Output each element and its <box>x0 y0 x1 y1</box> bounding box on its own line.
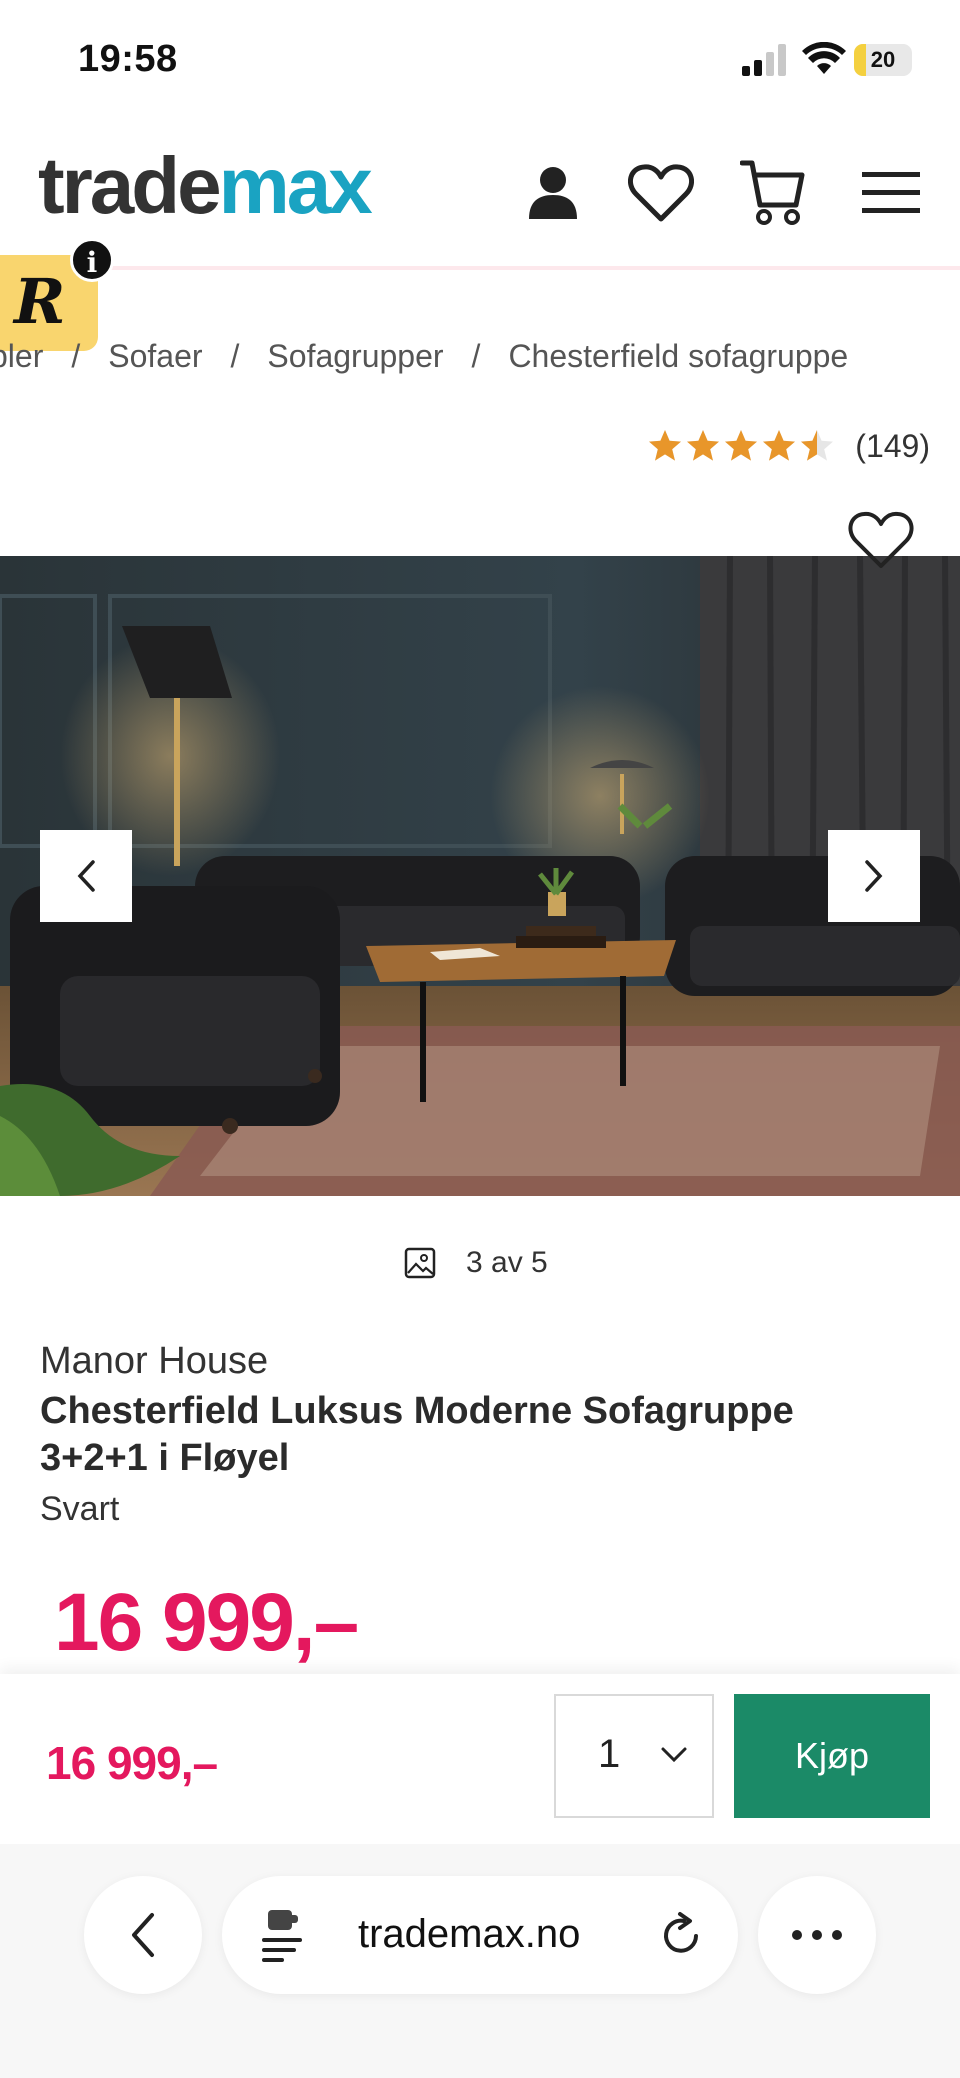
browser-back-button[interactable] <box>84 1876 202 1994</box>
chevron-left-icon <box>77 860 95 892</box>
product-price: 16 999,– <box>54 1577 359 1668</box>
trademax-logo[interactable]: trademax <box>38 146 373 226</box>
reader-extension-icon <box>262 1910 302 1962</box>
product-variant: Svart <box>40 1490 120 1528</box>
quantity-value: 1 <box>598 1732 621 1776</box>
info-icon[interactable]: i <box>70 238 114 282</box>
breadcrumb-item[interactable]: Sofagrupper <box>267 338 443 375</box>
reload-icon[interactable] <box>658 1910 706 1960</box>
logo-text-trade: trade <box>38 141 222 230</box>
gallery-next-button[interactable] <box>828 830 920 922</box>
living-room-photo <box>0 556 960 1196</box>
star-icon <box>801 430 834 461</box>
star-icon <box>649 430 682 461</box>
image-icon <box>404 1247 436 1279</box>
chevron-down-icon <box>661 1747 687 1763</box>
sticky-buy-bar: 16 999,– 1 Kjøp <box>0 1674 960 1844</box>
breadcrumb-separator: / <box>71 338 81 374</box>
breadcrumb-item-current[interactable]: Chesterfield sofagruppe <box>508 338 848 375</box>
product-title: Chesterfield Luksus Moderne Sofagruppe 3… <box>40 1390 794 1479</box>
status-time: 19:58 <box>78 38 178 80</box>
rating-count: (149) <box>855 427 930 464</box>
gallery-prev-button[interactable] <box>40 830 132 922</box>
cellular-signal-icon <box>742 44 788 76</box>
account-icon[interactable] <box>518 158 588 228</box>
product-rating[interactable]: (149) <box>647 424 930 468</box>
chevron-right-icon <box>865 860 883 892</box>
heart-icon[interactable] <box>626 158 696 228</box>
product-image[interactable] <box>0 556 960 1196</box>
site-header: trademax <box>0 120 960 270</box>
buy-button[interactable]: Kjøp <box>734 1694 930 1818</box>
chevron-left-icon <box>132 1913 154 1957</box>
logo-text-max: max <box>218 141 373 230</box>
url-text: trademax.no <box>358 1912 581 1956</box>
battery-icon: 20 <box>854 44 912 76</box>
breadcrumb-separator: / <box>471 338 481 374</box>
browser-toolbar: trademax.no <box>0 1844 960 2078</box>
gallery-counter[interactable]: 3 av 5 <box>404 1238 548 1288</box>
favorite-heart-icon[interactable] <box>848 510 914 570</box>
product-brand[interactable]: Manor House <box>40 1340 268 1383</box>
quantity-select[interactable]: 1 <box>554 1694 714 1818</box>
gallery-counter-text: 3 av 5 <box>466 1246 548 1279</box>
cart-icon[interactable] <box>738 158 808 228</box>
status-bar: 19:58 20 <box>0 0 960 120</box>
rating-stars <box>647 428 837 464</box>
buy-bar-price: 16 999,– <box>46 1737 218 1789</box>
breadcrumb-item[interactable]: bler <box>0 338 43 375</box>
battery-level: 20 <box>870 47 896 72</box>
star-icon <box>763 430 796 461</box>
menu-icon[interactable] <box>856 158 926 228</box>
star-icon <box>687 430 720 461</box>
breadcrumb: bler / Sofaer / Sofagrupper / Chesterfield sof… <box>0 338 960 388</box>
browser-more-button[interactable] <box>758 1876 876 1994</box>
more-icon <box>792 1930 842 1940</box>
address-bar[interactable]: trademax.no <box>222 1876 738 1994</box>
breadcrumb-separator: / <box>230 338 240 374</box>
r-logo-icon: R <box>14 265 66 338</box>
star-icon <box>725 430 758 461</box>
breadcrumb-item[interactable]: Sofaer <box>108 338 202 375</box>
wifi-icon <box>802 42 846 74</box>
